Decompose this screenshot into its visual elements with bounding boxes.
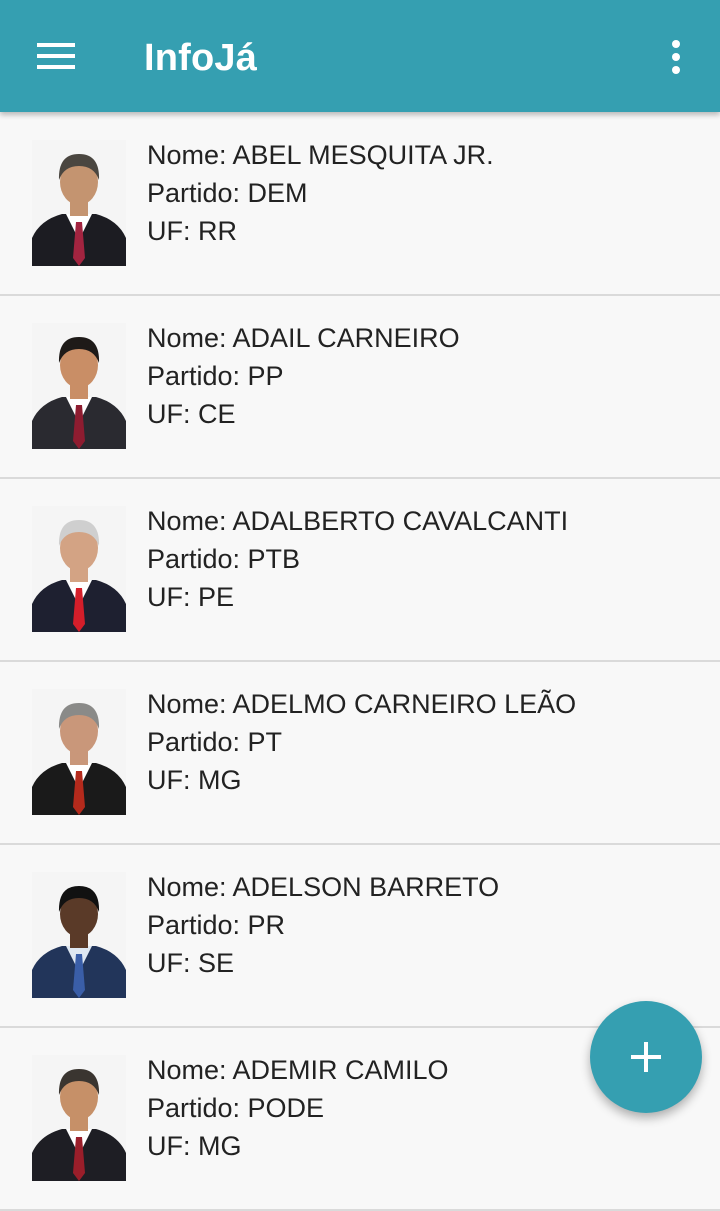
list-item[interactable]: Nome: ADALBERTO CAVALCANTI Partido: PTB UF… xyxy=(0,479,720,662)
deputy-photo xyxy=(32,323,126,449)
deputy-state: UF: CE xyxy=(147,399,236,429)
app-bar: InfoJá xyxy=(0,0,720,112)
deputy-party: Partido: PP xyxy=(147,361,284,391)
list-item[interactable]: Nome: ADELMO CARNEIRO LEÃO Partido: PT UF:… xyxy=(0,662,720,845)
menu-button[interactable] xyxy=(22,26,90,86)
add-fab-button[interactable] xyxy=(590,1001,702,1113)
deputy-party: Partido: PR xyxy=(147,910,286,940)
deputy-photo xyxy=(32,872,126,998)
list-item[interactable]: Nome: ABEL MESQUITA JR. Partido: DEM UF: R… xyxy=(0,113,720,296)
overflow-menu-button[interactable] xyxy=(652,26,700,88)
deputy-name: Nome: ADALBERTO CAVALCANTI xyxy=(147,506,569,536)
deputy-party: Partido: PODE xyxy=(147,1093,325,1123)
deputy-name: Nome: ADAIL CARNEIRO xyxy=(147,323,460,353)
deputy-name: Nome: ADEMIR CAMILO xyxy=(147,1055,449,1085)
deputy-info: Nome: ADEMIR CAMILO Partido: PODE UF: MG xyxy=(147,1051,449,1165)
deputy-name: Nome: ABEL MESQUITA JR. xyxy=(147,140,494,170)
deputy-party: Partido: PTB xyxy=(147,544,301,574)
app-title: InfoJá xyxy=(144,37,258,79)
list-item[interactable]: Nome: ADELSON BARRETO Partido: PR UF: SE xyxy=(0,845,720,1028)
deputy-state: UF: RR xyxy=(147,216,237,246)
deputy-photo xyxy=(32,140,126,266)
deputy-photo xyxy=(32,506,126,632)
list-item[interactable]: Nome: ADAIL CARNEIRO Partido: PP UF: CE xyxy=(0,296,720,479)
deputy-info: Nome: ADAIL CARNEIRO Partido: PP UF: CE xyxy=(147,319,460,433)
deputy-party: Partido: PT xyxy=(147,727,283,757)
deputy-state: UF: SE xyxy=(147,948,235,978)
deputy-state: UF: MG xyxy=(147,765,242,795)
deputy-name: Nome: ADELSON BARRETO xyxy=(147,872,500,902)
deputy-photo xyxy=(32,1055,126,1181)
deputy-state: UF: MG xyxy=(147,1131,242,1161)
deputy-info: Nome: ABEL MESQUITA JR. Partido: DEM UF: R… xyxy=(147,136,494,250)
deputy-info: Nome: ADALBERTO CAVALCANTI Partido: PTB UF… xyxy=(147,502,568,616)
deputy-name: Nome: ADELMO CARNEIRO LEÃO xyxy=(147,689,577,719)
deputy-info: Nome: ADELSON BARRETO Partido: PR UF: SE xyxy=(147,868,499,982)
deputy-state: UF: PE xyxy=(147,582,235,612)
add-icon xyxy=(631,1042,661,1072)
deputy-party: Partido: DEM xyxy=(147,178,308,208)
menu-icon xyxy=(37,43,75,69)
deputy-info: Nome: ADELMO CARNEIRO LEÃO Partido: PT UF:… xyxy=(147,685,576,799)
deputy-photo xyxy=(32,689,126,815)
more-vert-icon xyxy=(672,40,680,74)
